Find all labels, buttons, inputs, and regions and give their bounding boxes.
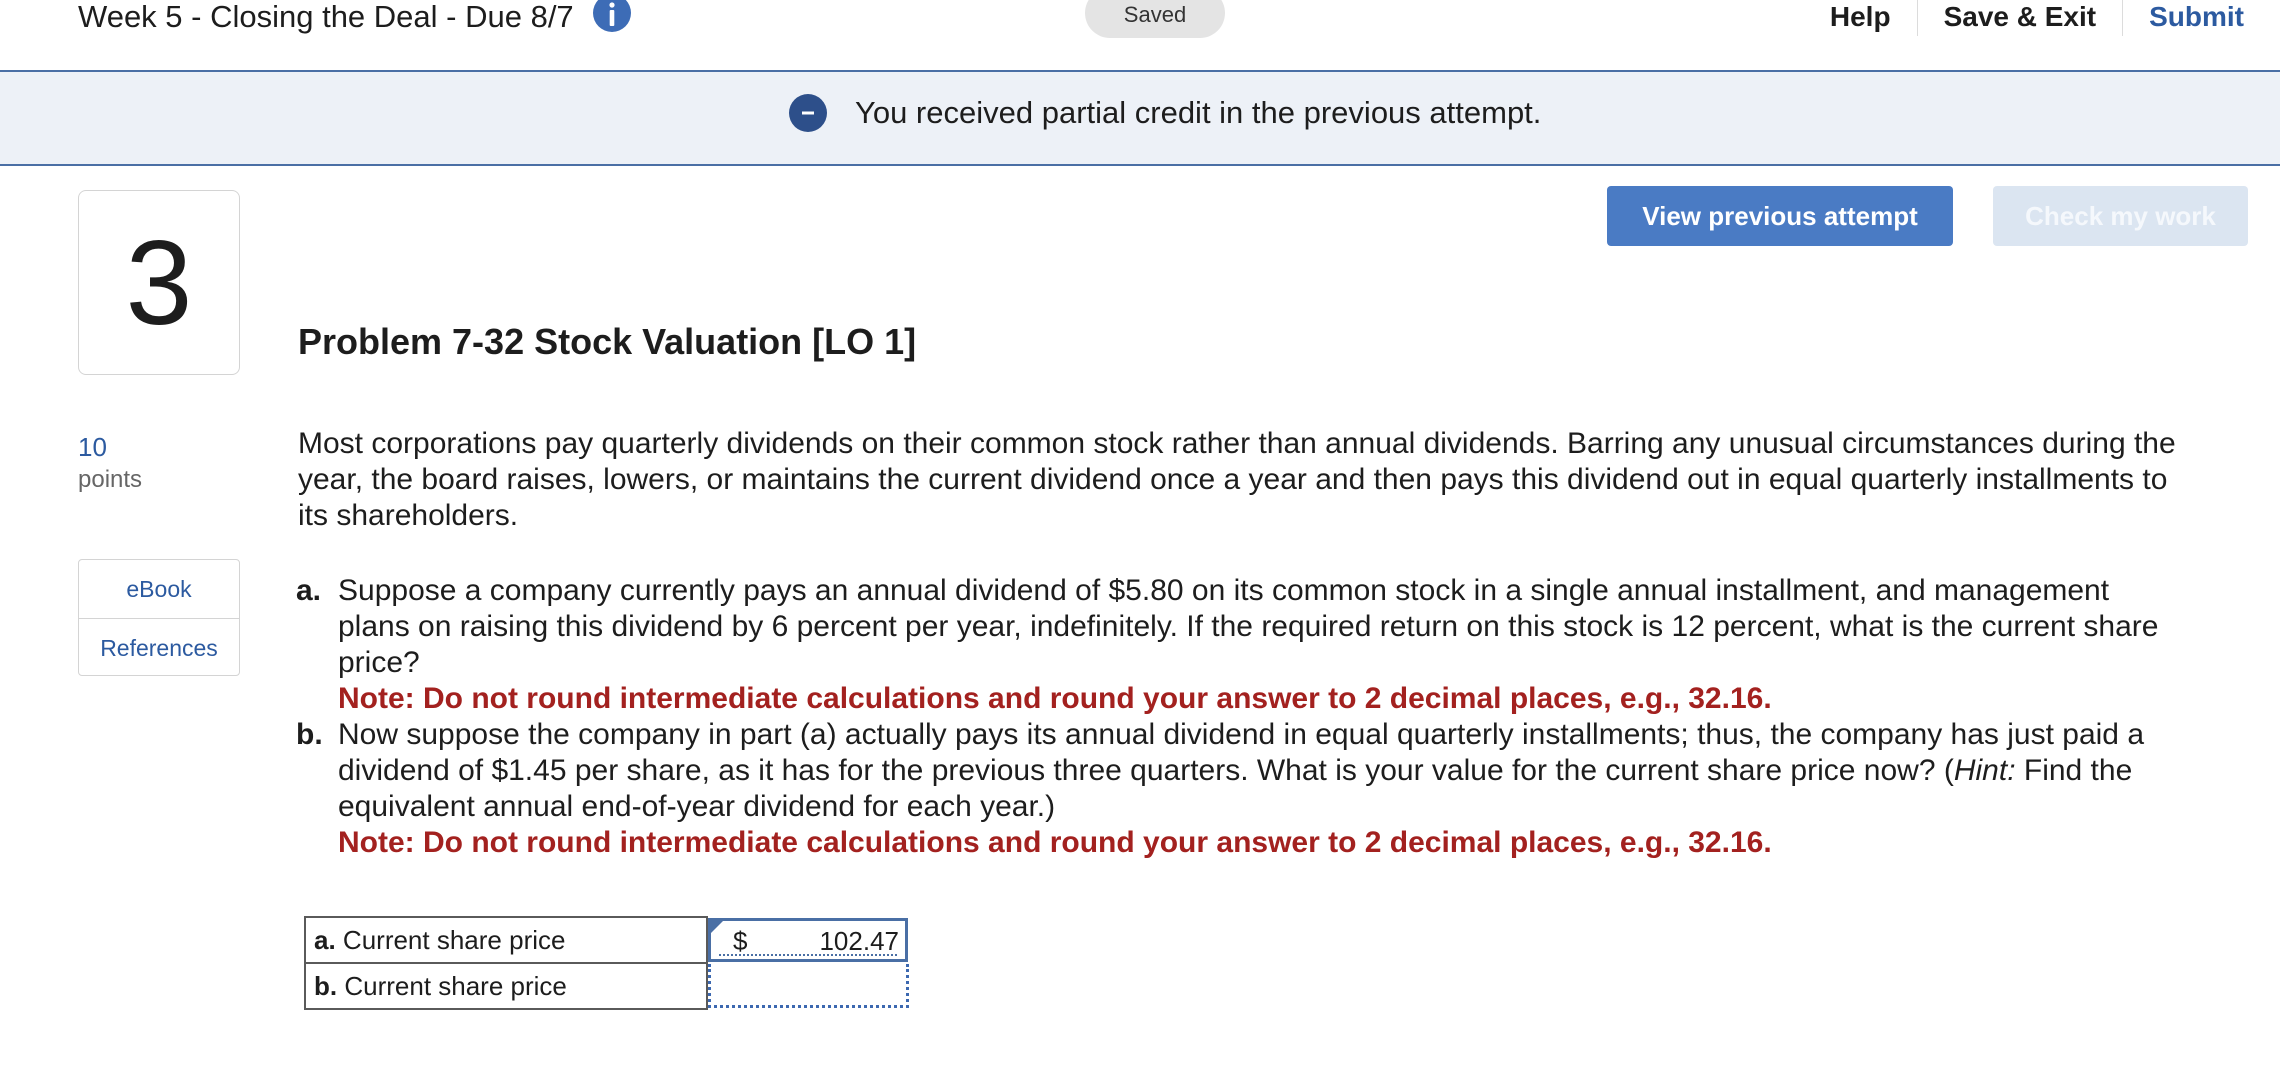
part-a-text: Suppose a company currently pays an annu…: [338, 574, 2159, 679]
help-link[interactable]: Help: [1804, 0, 1917, 36]
table-row: b. Current share price: [304, 962, 909, 1010]
question-number-box: 3: [78, 190, 240, 375]
table-row: a. Current share price $ 102.47: [304, 916, 909, 964]
info-icon[interactable]: [592, 0, 632, 34]
view-previous-attempt-button[interactable]: View previous attempt: [1607, 186, 1953, 246]
part-b-hint-word: Hint:: [1953, 754, 2016, 787]
answer-a-currency: $: [733, 926, 748, 956]
answer-b-cell: [707, 963, 909, 1009]
flag-corner-icon: [711, 921, 723, 933]
part-b-note: Note: Do not round intermediate calculat…: [338, 826, 1772, 859]
part-b: b. Now suppose the company in part (a) a…: [296, 717, 2186, 861]
answer-a-value: 102.47: [819, 926, 899, 956]
save-exit-link[interactable]: Save & Exit: [1916, 0, 2123, 36]
answer-b-letter: b.: [314, 970, 338, 1001]
points-value: 10: [78, 432, 107, 462]
references-link[interactable]: References: [79, 618, 239, 677]
resources-panel: eBook References: [78, 559, 240, 676]
answer-a-input[interactable]: $ 102.47: [708, 918, 908, 962]
problem-intro: Most corporations pay quarterly dividend…: [298, 427, 2176, 532]
answer-a-label-text: Current share price: [342, 924, 566, 955]
answer-b-label: b. Current share price: [304, 962, 708, 1010]
minus-circle-icon: [789, 94, 827, 132]
question-number: 3: [125, 215, 193, 350]
part-b-text-before: Now suppose the company in part (a) actu…: [338, 718, 2145, 787]
check-my-work-button[interactable]: Check my work: [1993, 186, 2248, 246]
answer-table: a. Current share price $ 102.47 b. Curre…: [304, 916, 910, 1010]
ebook-link[interactable]: eBook: [79, 560, 239, 618]
saved-status-badge: Saved: [1085, 0, 1225, 38]
part-a: a. Suppose a company currently pays an a…: [296, 573, 2186, 717]
submit-link[interactable]: Submit: [2122, 0, 2280, 36]
problem-parts: a. Suppose a company currently pays an a…: [296, 573, 2186, 861]
part-b-letter: b.: [296, 718, 323, 751]
answer-b-input[interactable]: [708, 964, 909, 1008]
part-a-letter: a.: [296, 574, 322, 607]
problem-title: Problem 7-32 Stock Valuation [LO 1]: [298, 321, 917, 362]
answer-a-letter: a.: [314, 924, 336, 955]
banner-message: You received partial credit in the previ…: [855, 95, 1542, 130]
answer-a-label: a. Current share price: [304, 916, 708, 964]
answer-b-label-text: Current share price: [344, 970, 567, 1001]
partial-credit-banner: You received partial credit in the previ…: [0, 72, 2280, 166]
header-nav: Help Save & Exit Submit: [1804, 0, 2280, 36]
top-header: Week 5 - Closing the Deal - Due 8/7 Save…: [0, 0, 2280, 72]
part-a-note: Note: Do not round intermediate calculat…: [338, 682, 1772, 715]
assignment-title: Week 5 - Closing the Deal - Due 8/7: [78, 0, 574, 34]
points-label: points: [78, 466, 143, 493]
answer-a-cell: $ 102.47: [707, 917, 909, 963]
